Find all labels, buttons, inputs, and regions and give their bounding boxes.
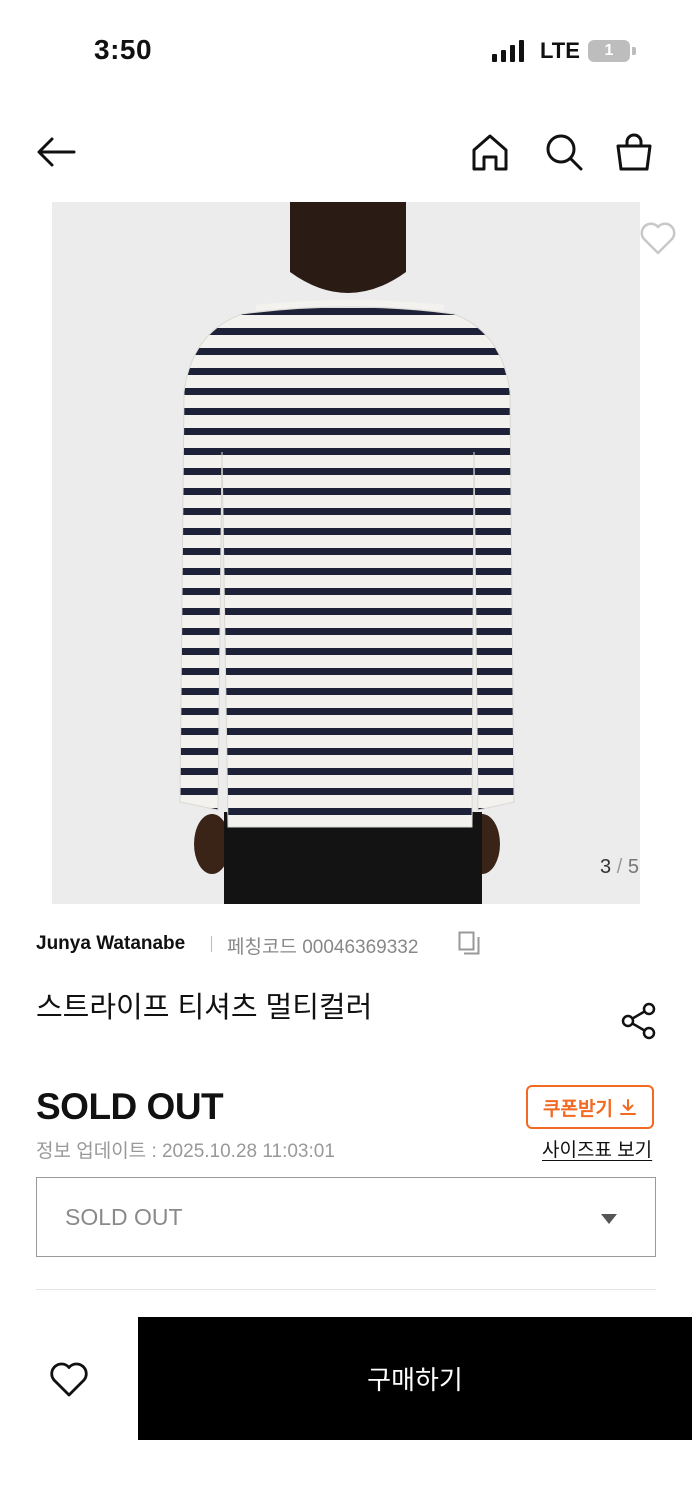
- arrow-left-icon[interactable]: [34, 130, 78, 174]
- image-counter: 3 / 5: [600, 856, 639, 879]
- buy-button-label: 구매하기: [367, 1365, 463, 1395]
- update-timestamp: 정보 업데이트 : 2025.10.28 11:03:01: [36, 1141, 335, 1162]
- share-icon[interactable]: [618, 1000, 660, 1042]
- heart-icon[interactable]: [636, 216, 680, 260]
- coupon-button[interactable]: 쿠폰받기: [526, 1085, 654, 1129]
- option-select[interactable]: SOLD OUT: [36, 1177, 656, 1257]
- network-label: LTE: [540, 38, 580, 63]
- buy-button[interactable]: 구매하기: [138, 1317, 692, 1440]
- search-icon[interactable]: [542, 130, 586, 174]
- product-title: 스트라이프 티셔츠 멀티컬러: [36, 992, 373, 1024]
- product-image[interactable]: [52, 202, 640, 904]
- image-counter-total: 5: [627, 856, 639, 878]
- battery-level: 1: [604, 42, 614, 59]
- battery-icon: 1: [588, 40, 630, 62]
- signal-icon: [492, 40, 524, 62]
- section-divider: [36, 1289, 656, 1290]
- copy-icon[interactable]: [458, 931, 480, 955]
- brand-name[interactable]: Junya Watanabe: [36, 933, 185, 955]
- striped-shirt-illustration: [179, 202, 515, 904]
- coupon-label: 쿠폰받기: [543, 1098, 613, 1120]
- option-select-value: SOLD OUT: [65, 1204, 183, 1230]
- price-status: SOLD OUT: [36, 1086, 224, 1127]
- image-counter-separator: /: [616, 856, 623, 878]
- heart-icon[interactable]: [46, 1356, 92, 1402]
- download-icon: [619, 1099, 636, 1115]
- brand-divider: [211, 936, 212, 952]
- caret-down-icon: [601, 1214, 617, 1224]
- battery-tip: [632, 47, 636, 55]
- size-chart-link[interactable]: 사이즈표 보기: [542, 1135, 652, 1162]
- product-code: 페칭코드 00046369332: [227, 937, 419, 958]
- status-time: 3:50: [94, 34, 153, 65]
- shopping-bag-icon[interactable]: [612, 130, 656, 174]
- home-icon[interactable]: [468, 130, 512, 174]
- image-counter-current: 3: [600, 856, 612, 878]
